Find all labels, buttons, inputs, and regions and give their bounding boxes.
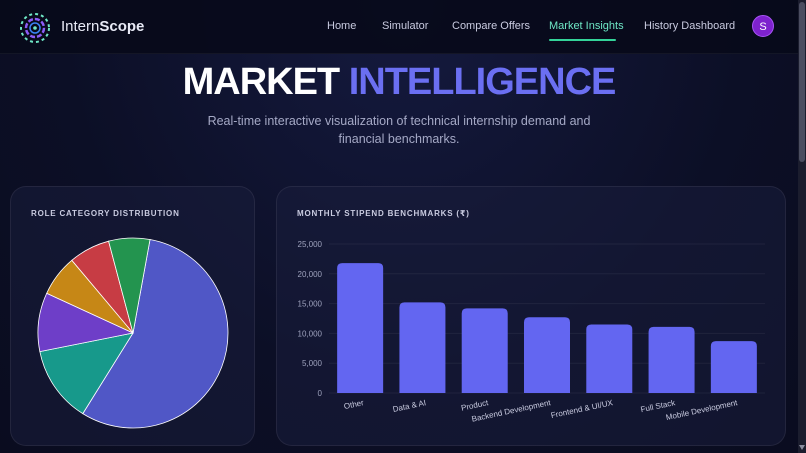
pie-chart (37, 237, 229, 429)
page-scrollbar[interactable] (798, 0, 806, 453)
x-tick-label: Product (460, 398, 490, 413)
nav-simulator[interactable]: Simulator (382, 20, 428, 32)
stipend-benchmarks-card: MONTHLY STIPEND BENCHMARKS (₹) 0 5,000 10,… (276, 186, 786, 446)
brand-name[interactable]: InternScope (61, 18, 144, 35)
brand-bold: Scope (99, 18, 145, 35)
y-tick-label: 5,000 (302, 359, 323, 368)
x-tick-label: Frontend & UI/UX (550, 398, 614, 420)
bar-1[interactable] (399, 302, 446, 393)
active-nav-indicator (549, 39, 616, 41)
scrollbar-thumb[interactable] (799, 2, 805, 162)
brand-light: Intern (61, 18, 100, 35)
nav-compare-offers[interactable]: Compare Offers (452, 20, 530, 32)
y-tick-label: 10,000 (298, 329, 323, 338)
user-avatar[interactable]: S (752, 15, 774, 37)
title-word-market: MARKET (182, 61, 341, 103)
y-tick-label: 15,000 (298, 300, 323, 309)
bar-5[interactable] (648, 326, 695, 393)
y-tick-label: 0 (318, 389, 323, 398)
bar-6[interactable] (710, 341, 757, 393)
nav-history-dashboard[interactable]: History Dashboard (644, 20, 735, 32)
bar-4[interactable] (586, 324, 633, 393)
nav-home[interactable]: Home (327, 20, 356, 32)
top-nav: InternScope Home Simulator Compare Offer… (0, 0, 798, 54)
nav-market-insights[interactable]: Market Insights (549, 20, 624, 32)
bar-3[interactable] (524, 317, 570, 393)
bar-chart: 0 5,000 10,000 15,000 20,000 25,000 Other Data … (298, 240, 765, 424)
x-tick-label: Other (343, 398, 365, 411)
title-word-intelligence: INTELLIGENCE (348, 61, 617, 103)
bar-2[interactable] (461, 308, 508, 393)
x-tick-label: Data & AI (392, 398, 427, 414)
y-tick-label: 25,000 (298, 240, 323, 249)
page-title: MARKET INTELLIGENCE (0, 61, 798, 104)
page-subtitle: Real-time interactive visualization of t… (207, 114, 591, 146)
bar-0[interactable] (337, 263, 384, 393)
logo-icon[interactable] (19, 12, 51, 44)
x-tick-label: Mobile Development (665, 398, 739, 422)
y-tick-label: 20,000 (298, 270, 323, 279)
role-distribution-card: ROLE CATEGORY DISTRIBUTION (10, 186, 255, 446)
scroll-down-arrow-icon[interactable] (799, 444, 805, 451)
